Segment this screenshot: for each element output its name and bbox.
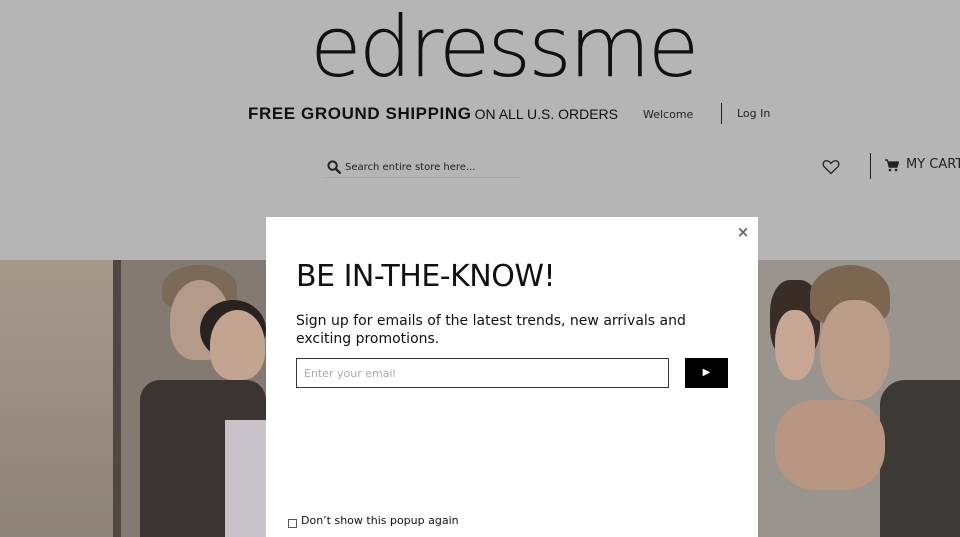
- cart-divider: [870, 153, 871, 179]
- hero-model-arm: [775, 400, 885, 490]
- cart-label: MY CART: [906, 157, 960, 172]
- hero-model-dress: [225, 420, 266, 537]
- login-link[interactable]: Log In: [737, 107, 770, 120]
- header-divider: [721, 103, 722, 124]
- submit-button[interactable]: ▶: [685, 358, 728, 388]
- heart-icon[interactable]: [822, 159, 840, 175]
- search-input[interactable]: [345, 158, 517, 176]
- hero-model-face: [820, 300, 890, 400]
- shipping-banner-rest: ON ALL U.S. ORDERS: [474, 106, 619, 122]
- hero-model-face: [210, 310, 265, 380]
- page: edressme FREE GROUND SHIPPING ON ALL U.S.…: [0, 0, 960, 537]
- search-icon[interactable]: [327, 160, 341, 174]
- site-logo[interactable]: edressme: [310, 2, 720, 92]
- hero-model-jacket: [880, 380, 960, 537]
- close-icon[interactable]: ×: [736, 224, 750, 240]
- dont-show-label: Don’t show this popup again: [301, 514, 459, 527]
- popup-description: Sign up for emails of the latest trends,…: [296, 313, 686, 347]
- email-field[interactable]: [296, 358, 669, 388]
- dont-show-checkbox[interactable]: [288, 519, 297, 528]
- newsletter-popup: × BE IN-THE-KNOW! Sign up for emails of …: [266, 217, 758, 537]
- hero-door: [0, 260, 115, 537]
- welcome-text: Welcome: [643, 108, 694, 121]
- hero-door-edge: [113, 260, 121, 537]
- cart-icon: [885, 159, 899, 172]
- search-bar: [325, 157, 520, 178]
- popup-title: BE IN-THE-KNOW!: [296, 259, 556, 294]
- shipping-banner: FREE GROUND SHIPPING ON ALL U.S. ORDERS: [248, 104, 618, 124]
- play-arrow-icon: ▶: [702, 367, 711, 378]
- hero-model-face: [775, 310, 815, 380]
- shipping-banner-bold: FREE GROUND SHIPPING: [248, 104, 472, 123]
